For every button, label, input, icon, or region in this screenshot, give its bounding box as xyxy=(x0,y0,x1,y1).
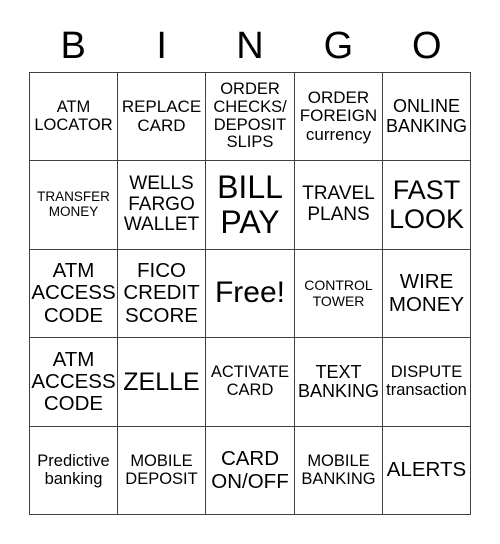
bingo-cell-r1-c1[interactable]: WELLS FARGO WALLET xyxy=(118,161,206,250)
bingo-cell-r3-c4[interactable]: DISPUTE transaction xyxy=(383,338,471,427)
bingo-cell-r2-c3[interactable]: CONTROL TOWER xyxy=(295,250,383,338)
bingo-cell-r1-c2[interactable]: BILL PAY xyxy=(206,161,295,250)
cell-label: ATM ACCESS CODE xyxy=(31,347,116,416)
bingo-cell-r2-c2[interactable]: Free! xyxy=(206,250,295,338)
cell-label: WIRE MONEY xyxy=(388,270,465,316)
bingo-header: B I N G O xyxy=(29,24,471,68)
bingo-cell-r2-c0[interactable]: ATM ACCESS CODE xyxy=(30,250,118,338)
cell-label: ORDER CHECKS/ DEPOSIT SLIPS xyxy=(213,79,287,152)
bingo-cell-r0-c1[interactable]: REPLACE CARD xyxy=(118,73,206,161)
bingo-board: ATM LOCATOR REPLACE CARD ORDER CHECKS/ D… xyxy=(29,72,471,515)
bingo-cell-r2-c1[interactable]: FICO CREDIT SCORE xyxy=(118,250,206,338)
bingo-cell-r1-c3[interactable]: TRAVEL PLANS xyxy=(295,161,383,250)
bingo-cell-r3-c2[interactable]: ACTIVATE CARD xyxy=(206,338,295,427)
bingo-cell-r2-c4[interactable]: WIRE MONEY xyxy=(383,250,471,338)
cell-label: Predictive banking xyxy=(37,451,110,488)
cell-label: TRAVEL PLANS xyxy=(302,183,375,225)
header-letter-o: O xyxy=(412,25,442,67)
cell-label: MOBILE BANKING xyxy=(301,451,376,488)
cell-label: BILL PAY xyxy=(217,169,283,240)
header-letter-i: I xyxy=(156,25,167,67)
header-letter-b: B xyxy=(60,25,86,67)
cell-label: ATM ACCESS CODE xyxy=(31,259,116,327)
bingo-cell-r4-c4[interactable]: ALERTS xyxy=(383,427,471,515)
bingo-cell-r4-c1[interactable]: MOBILE DEPOSIT xyxy=(118,427,206,515)
cell-label: CARD ON/OFF xyxy=(211,447,289,493)
bingo-cell-r0-c3[interactable]: ORDER FOREIGN currency xyxy=(295,73,383,161)
cell-label: ACTIVATE CARD xyxy=(210,363,290,399)
header-letter-g: G xyxy=(323,25,354,67)
bingo-cell-r3-c3[interactable]: TEXT BANKING xyxy=(295,338,383,427)
bingo-cell-r3-c1[interactable]: ZELLE xyxy=(118,338,206,427)
cell-label: ORDER FOREIGN currency xyxy=(299,87,378,144)
cell-label: DISPUTE transaction xyxy=(386,363,467,399)
bingo-cell-r3-c0[interactable]: ATM ACCESS CODE xyxy=(30,338,118,427)
bingo-cell-r4-c3[interactable]: MOBILE BANKING xyxy=(295,427,383,515)
cell-label: ALERTS xyxy=(386,458,467,482)
cell-label: TEXT BANKING xyxy=(297,361,380,401)
bingo-cell-r0-c0[interactable]: ATM LOCATOR xyxy=(30,73,118,161)
cell-label: FAST LOOK xyxy=(388,174,465,234)
bingo-cell-r0-c2[interactable]: ORDER CHECKS/ DEPOSIT SLIPS xyxy=(206,73,295,161)
bingo-cell-r1-c4[interactable]: FAST LOOK xyxy=(383,161,471,250)
header-letter-n: N xyxy=(236,25,264,67)
cell-label: WELLS FARGO WALLET xyxy=(123,173,200,236)
bingo-cell-r4-c2[interactable]: CARD ON/OFF xyxy=(206,427,295,515)
cell-label: TRANSFER MONEY xyxy=(37,189,110,219)
cell-label: MOBILE DEPOSIT xyxy=(125,451,198,488)
cell-label: ATM LOCATOR xyxy=(34,97,113,134)
bingo-cell-r0-c4[interactable]: ONLINE BANKING xyxy=(383,73,471,161)
cell-label: FICO CREDIT SCORE xyxy=(123,259,200,327)
cell-label: CONTROL TOWER xyxy=(304,277,373,309)
cell-label: ZELLE xyxy=(123,367,200,396)
cell-label: ONLINE BANKING xyxy=(385,96,468,136)
free-space-label: Free! xyxy=(214,276,286,310)
bingo-cell-r4-c0[interactable]: Predictive banking xyxy=(30,427,118,515)
cell-label: REPLACE CARD xyxy=(121,97,202,135)
bingo-cell-r1-c0[interactable]: TRANSFER MONEY xyxy=(30,161,118,250)
